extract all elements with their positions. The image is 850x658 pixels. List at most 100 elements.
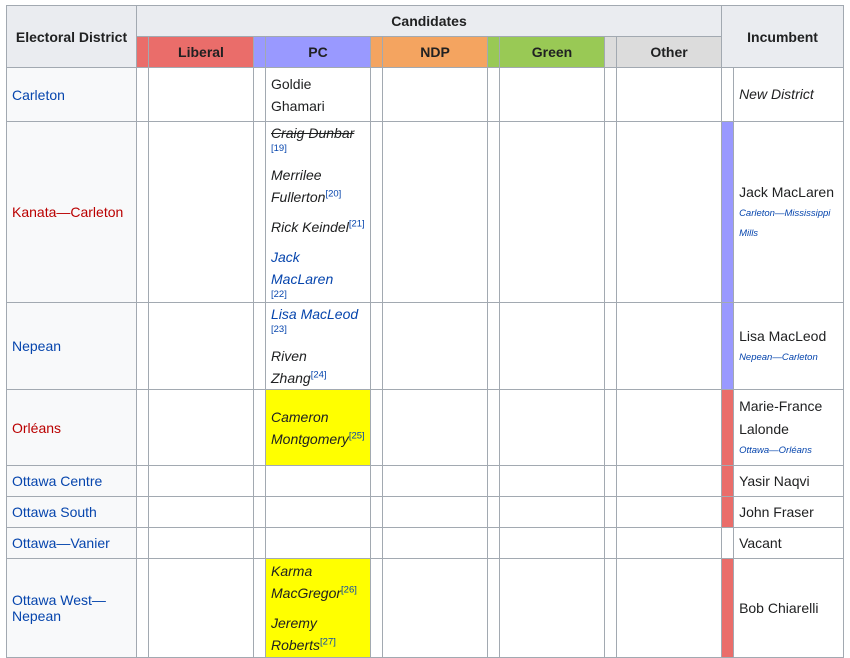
candidate-name[interactable]: Lisa MacLeod: [271, 306, 358, 322]
candidates-cell-liberal: [148, 302, 254, 390]
candidate-entry: Cameron Montgomery[25]: [271, 406, 365, 450]
candidates-cell-green: [499, 527, 605, 559]
party-stripe-cell: [136, 389, 149, 466]
candidate-name: Riven Zhang: [271, 348, 311, 386]
candidate-name[interactable]: Jack MacLaren: [271, 249, 333, 287]
party-header-liberal[interactable]: Liberal: [148, 36, 254, 68]
incumbent-previous-district[interactable]: Ottawa—Orléans: [739, 441, 838, 461]
incumbent-cell: Lisa MacLeod Nepean—Carleton: [733, 302, 845, 390]
incumbent-cell: Marie-France Lalonde Ottawa—Orléans: [733, 389, 845, 466]
table-row: Orléans Cameron Montgomery[25] Marie-Franc…: [6, 389, 845, 466]
candidates-cell-pc: [265, 465, 371, 497]
citation-ref[interactable]: [21]: [349, 218, 365, 229]
incumbent-party-stripe: [721, 558, 735, 658]
candidates-cell-ndp: [382, 389, 488, 466]
incumbent-name: Bob Chiarelli: [739, 599, 819, 616]
citation-ref[interactable]: [25]: [349, 430, 365, 441]
district-link[interactable]: Ottawa Centre: [12, 473, 102, 489]
candidate-name: Craig Dunbar: [271, 125, 355, 141]
candidates-cell-ndp: [382, 121, 488, 303]
table-row: Kanata—Carleton Craig Dunbar [19] Merrilee …: [6, 121, 845, 303]
district-link[interactable]: Carleton: [12, 87, 65, 103]
party-stripe-cell: [604, 67, 617, 122]
candidate-name: Jeremy Roberts: [271, 615, 321, 653]
candidates-cell-other: [615, 121, 723, 303]
citation-ref[interactable]: [27]: [320, 636, 336, 647]
candidates-cell-pc: Cameron Montgomery[25]: [265, 389, 371, 466]
candidate-entry: Craig Dunbar [19]: [271, 122, 365, 156]
header-electoral-district[interactable]: Electoral District: [6, 5, 137, 68]
citation-ref[interactable]: [20]: [325, 188, 341, 199]
candidate-name: Rick Keindel: [271, 219, 349, 235]
candidates-cell-other: [615, 465, 723, 497]
district-link[interactable]: Ottawa West—Nepean: [12, 592, 106, 624]
party-stripe-cell: [136, 496, 149, 528]
candidates-cell-green: [499, 496, 605, 528]
district-cell: Ottawa—Vanier: [6, 527, 137, 559]
table-row: Ottawa—Vanier Vacant: [6, 527, 845, 559]
incumbent-previous-district[interactable]: Carleton—Mississippi Mills: [739, 204, 838, 244]
party-stripe-cell: [604, 121, 617, 303]
table-row: Nepean Lisa MacLeod [23] Riven Zhang[24] Lis…: [6, 302, 845, 390]
party-stripe-cell: [370, 302, 383, 390]
party-stripe-cell: [136, 527, 149, 559]
citation-ref[interactable]: [22]: [271, 288, 365, 302]
party-stripe-cell: [487, 558, 500, 658]
citation-ref[interactable]: [19]: [271, 142, 365, 156]
party-stripe-cell: [253, 121, 266, 303]
district-link[interactable]: Ottawa South: [12, 504, 97, 520]
party-stripe-cell: [136, 67, 149, 122]
candidates-cell-liberal: [148, 389, 254, 466]
incumbent-party-stripe: [721, 302, 735, 390]
party-color-swatch: [487, 36, 500, 68]
table-row: Ottawa Centre Yasir Naqvi: [6, 465, 845, 497]
candidates-cell-other: [615, 389, 723, 466]
incumbent-previous-district[interactable]: Nepean—Carleton: [739, 348, 838, 368]
candidates-cell-pc: [265, 496, 371, 528]
party-header-green[interactable]: Green: [499, 36, 605, 68]
candidate-entry: Goldie Ghamari: [271, 73, 365, 117]
party-stripe-cell: [136, 558, 149, 658]
party-stripe-cell: [604, 496, 617, 528]
district-link[interactable]: Kanata—Carleton: [12, 204, 123, 220]
party-stripe-cell: [487, 389, 500, 466]
incumbent-name: Vacant: [739, 534, 782, 551]
party-color-swatch: [253, 36, 266, 68]
district-link[interactable]: Nepean: [12, 338, 61, 354]
party-header-pc[interactable]: PC: [265, 36, 371, 68]
district-cell: Orléans: [6, 389, 137, 466]
party-stripe-cell: [253, 558, 266, 658]
citation-ref[interactable]: [23]: [271, 323, 365, 337]
party-stripe-cell: [487, 496, 500, 528]
district-cell: Ottawa Centre: [6, 465, 137, 497]
district-link[interactable]: Ottawa—Vanier: [12, 535, 110, 551]
candidates-cell-liberal: [148, 67, 254, 122]
header-incumbent[interactable]: Incumbent: [721, 5, 845, 68]
party-color-swatch: [136, 36, 149, 68]
party-color-swatch: [370, 36, 383, 68]
candidates-cell-other: [615, 558, 723, 658]
incumbent-party-stripe: [721, 121, 735, 303]
citation-ref[interactable]: [26]: [341, 584, 357, 595]
incumbent-cell: Bob Chiarelli: [733, 558, 845, 658]
candidates-cell-liberal: [148, 465, 254, 497]
party-stripe-cell: [370, 67, 383, 122]
party-stripe-cell: [487, 302, 500, 390]
party-header-ndp[interactable]: NDP: [382, 36, 488, 68]
candidate-entry: Riven Zhang[24]: [271, 345, 365, 389]
party-stripe-cell: [604, 527, 617, 559]
candidates-cell-green: [499, 465, 605, 497]
citation-ref[interactable]: [24]: [311, 369, 327, 380]
district-link[interactable]: Orléans: [12, 420, 61, 436]
party-header-other[interactable]: Other: [615, 36, 723, 68]
party-stripe-cell: [253, 389, 266, 466]
party-stripe-cell: [136, 121, 149, 303]
party-stripe-cell: [604, 302, 617, 390]
party-stripe-cell: [370, 121, 383, 303]
party-stripe-cell: [604, 389, 617, 466]
candidates-cell-green: [499, 558, 605, 658]
party-stripe-cell: [487, 121, 500, 303]
candidates-cell-ndp: [382, 67, 488, 122]
candidates-cell-ndp: [382, 302, 488, 390]
candidate-entry: Merrilee Fullerton[20]: [271, 164, 365, 208]
